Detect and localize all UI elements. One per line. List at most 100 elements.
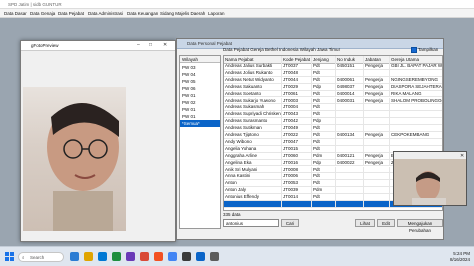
table-cell[interactable]: 0400014 [336, 90, 364, 98]
table-cell[interactable]: NGINGSEREMBYONG [390, 77, 442, 84]
table-cell[interactable] [336, 145, 364, 153]
table-cell[interactable] [336, 118, 364, 126]
table-row[interactable]: Andreas Soetanto JT0061 Pdt 0400014 Pengerja… [224, 90, 442, 98]
table-cell[interactable]: 0400031 [336, 97, 364, 105]
table-cell[interactable]: GBI JL. BAPAT PAJAR WARUJAYA [390, 63, 442, 70]
table-cell[interactable]: Pdt [312, 132, 336, 139]
table-cell[interactable]: Andreas Sukasmah [224, 104, 282, 112]
table-cell[interactable]: Andreas Tjiptono [224, 132, 282, 139]
teams-icon[interactable] [70, 252, 79, 261]
table-cell[interactable]: JT0003 [282, 97, 312, 105]
table-cell[interactable] [224, 201, 282, 208]
table-cell[interactable] [364, 187, 390, 195]
lihat-button[interactable]: Lihat [355, 219, 375, 227]
wilayah-item[interactable]: PW 01 [180, 113, 220, 120]
maximize-icon[interactable]: □ [149, 42, 152, 48]
table-row[interactable]: Andreas Sukasmah JT0004 Pdt [224, 104, 442, 112]
table-cell[interactable]: Anik Sri Mulyani [224, 166, 282, 174]
table-cell[interactable]: Pdt [312, 138, 336, 146]
minimize-icon[interactable]: – [137, 42, 140, 48]
menu-data-keuangan[interactable]: Data Keuangan [127, 11, 158, 16]
table-cell[interactable]: Pdt [312, 69, 336, 77]
table-cell[interactable]: JT0053 [282, 180, 312, 188]
table-row[interactable]: Andreas Sutikman JT0049 Pdt [224, 125, 442, 132]
table-row[interactable]: Andreas Sukarjo Yuwono JT0003 Pdt 0400031 Pe… [224, 97, 442, 105]
table-cell[interactable]: Andy Wibono [224, 138, 282, 146]
wilayah-item[interactable]: PW 02 [180, 99, 220, 106]
table-cell[interactable]: Andreas Sutikman [224, 125, 282, 132]
table-cell[interactable]: Andreas Soetanto [224, 90, 282, 98]
table-cell[interactable]: Pdt [312, 76, 336, 84]
table-cell[interactable] [336, 194, 364, 201]
table-row[interactable]: Andreas Surasmanto JT0042 Pdp [224, 118, 442, 126]
foto-window-titlebar[interactable]: gFotoPreview – □ ✕ [21, 41, 175, 51]
table-cell[interactable] [312, 201, 336, 208]
table-cell[interactable]: Pdp [312, 118, 336, 126]
windows-start-icon[interactable] [5, 252, 14, 261]
table-cell[interactable]: JT0015 [282, 145, 312, 153]
table-cell[interactable] [390, 125, 442, 132]
table-cell[interactable]: Pdp [312, 83, 336, 91]
table-cell[interactable]: 0400134 [336, 132, 364, 139]
office-icon[interactable] [154, 252, 163, 261]
table-cell[interactable]: JT0060 [282, 152, 312, 160]
table-cell[interactable]: 0450151 [336, 63, 364, 70]
table-cell[interactable]: JT0004 [282, 104, 312, 112]
excel-icon[interactable] [112, 252, 121, 261]
table-cell[interactable]: DIASPORA SEJAHTERA WALI [390, 84, 442, 91]
table-cell[interactable]: 0400121 [336, 152, 364, 160]
table-row[interactable]: Andreas Netut Widyanto JT0044 Pdt 0400061 Pe… [224, 76, 442, 84]
visual-studio-icon[interactable] [126, 252, 135, 261]
app-icon[interactable] [140, 252, 149, 261]
table-cell[interactable]: Pengerja [364, 152, 390, 160]
table-cell[interactable] [364, 111, 390, 119]
table-cell[interactable]: Pdt [312, 63, 336, 70]
table-row[interactable]: Andy Wibono JT0047 Pdt [224, 138, 442, 146]
table-cell[interactable] [390, 139, 442, 146]
column-header[interactable]: Kode Pejabat [282, 56, 312, 63]
table-row[interactable]: Andreas Sakuanto JT0029 Pdp 0498037 Pengerja… [224, 83, 442, 91]
taskbar-search-box[interactable]: ⌕ Search [18, 252, 64, 262]
table-cell[interactable]: Pdt [312, 104, 336, 112]
table-cell[interactable]: JT0022 [282, 132, 312, 139]
table-cell[interactable]: Antonius Effendy [224, 194, 282, 201]
column-header[interactable]: Jabatan [364, 56, 390, 63]
column-header[interactable]: Nama Pejabat [224, 56, 282, 63]
menu-data-genaja[interactable]: Data Genaja [30, 11, 55, 16]
table-cell[interactable]: Andreas Sakuanto [224, 83, 282, 91]
table-cell[interactable]: Anton [224, 180, 282, 188]
wilayah-item[interactable]: PW 01 [180, 106, 220, 113]
wilayah-item[interactable]: PW 03 [180, 64, 220, 71]
table-cell[interactable] [336, 173, 364, 181]
table-cell[interactable]: Pengerja [364, 76, 390, 84]
table-cell[interactable] [390, 104, 442, 111]
terminal-icon[interactable] [182, 252, 191, 261]
table-cell[interactable]: Pengerja [364, 63, 390, 70]
table-cell[interactable] [390, 111, 442, 118]
file-explorer-icon[interactable] [84, 252, 93, 261]
table-cell[interactable]: Pdm [312, 187, 336, 195]
column-header[interactable]: Gereja Utama [390, 56, 442, 63]
table-cell[interactable]: JT0037 [282, 63, 312, 70]
table-cell[interactable]: Pdt [312, 194, 336, 201]
table-cell[interactable]: Pengerja [364, 132, 390, 139]
table-cell[interactable]: Angelia Yohana [224, 145, 282, 153]
table-cell[interactable] [364, 125, 390, 132]
table-cell[interactable]: Pdt [312, 180, 336, 188]
table-cell[interactable]: JT0043 [282, 111, 312, 119]
wilayah-item-selected[interactable]: *Semua* [180, 120, 220, 127]
table-cell[interactable]: JT0016 [282, 159, 312, 167]
table-cell[interactable]: JT0008 [282, 166, 312, 174]
table-cell[interactable]: Pdt [312, 145, 336, 153]
table-cell[interactable]: JT0049 [282, 125, 312, 132]
table-row[interactable]: Andreas Tjiptono JT0022 Pdt 0400134 Pengerja… [224, 132, 442, 139]
table-cell[interactable]: Pdt [312, 97, 336, 105]
wilayah-item[interactable]: PW 04 [180, 71, 220, 78]
table-cell[interactable] [364, 194, 390, 201]
table-cell[interactable]: Pdt [312, 111, 336, 119]
menu-data-pejabat[interactable]: Data Pejabat [58, 11, 84, 16]
table-cell[interactable]: JT0006 [282, 173, 312, 181]
cari-button[interactable]: Cari [281, 219, 299, 227]
table-row[interactable]: Andreas Jalius Surbakti JT0037 Pdt 0450151 P… [224, 63, 442, 70]
table-cell[interactable]: 0498037 [336, 83, 364, 91]
